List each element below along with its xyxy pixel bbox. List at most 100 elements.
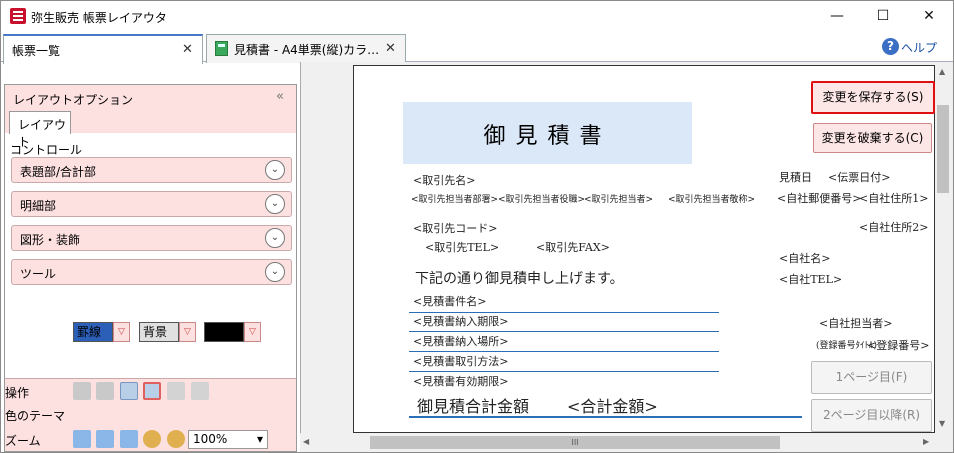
- help-icon[interactable]: ?: [882, 38, 899, 55]
- section-label: 表題部/合計部: [20, 165, 97, 179]
- redo-icon[interactable]: [96, 382, 114, 400]
- chevron-down-icon[interactable]: ⌄: [265, 194, 285, 214]
- company-tel-field[interactable]: <自社TEL>: [779, 271, 842, 287]
- zoom-label: ズーム: [5, 434, 41, 448]
- tab-label: 帳票一覧: [12, 44, 61, 58]
- zoom-select[interactable]: 100% ▾: [188, 430, 268, 449]
- minimize-button[interactable]: —: [814, 1, 860, 32]
- client-fax-field[interactable]: <取引先FAX>: [536, 239, 610, 255]
- align-icon[interactable]: [167, 382, 185, 400]
- section-tools[interactable]: ツール ⌄: [11, 259, 292, 285]
- vertical-scrollbar[interactable]: ▲ ▼: [935, 65, 952, 433]
- fit-width-icon[interactable]: [120, 430, 138, 448]
- client-tel-field[interactable]: <取引先TEL>: [425, 239, 499, 255]
- close-icon[interactable]: ✕: [385, 41, 396, 56]
- app-icon: [10, 8, 26, 24]
- scroll-right-icon[interactable]: ▶: [923, 437, 929, 446]
- document-title-box[interactable]: 御見積書: [403, 102, 692, 164]
- discard-changes-button[interactable]: 変更を破棄する(C): [813, 123, 932, 153]
- chevron-down-icon[interactable]: ▽: [244, 322, 261, 342]
- company-staff-field[interactable]: <自社担当者>: [819, 315, 892, 331]
- title-bar: 弥生販売 帳票レイアウタ — ☐ ✕: [1, 1, 953, 32]
- section-detail[interactable]: 明細部 ⌄: [11, 191, 292, 217]
- distribute-icon[interactable]: [191, 382, 209, 400]
- subject-field[interactable]: <見積書件名>: [413, 293, 486, 309]
- delivery-place-field[interactable]: <見積書納入場所>: [413, 333, 508, 349]
- help-link[interactable]: ヘルプ: [901, 39, 937, 56]
- total-value-field[interactable]: <合計金額>: [567, 393, 658, 417]
- page2-button[interactable]: 2ページ目以降(R): [811, 399, 932, 432]
- tab-report-list[interactable]: 帳票一覧 ✕: [3, 34, 203, 64]
- close-button[interactable]: ✕: [906, 1, 952, 32]
- scroll-left-icon[interactable]: ◀: [303, 437, 309, 446]
- window-title: 弥生販売 帳票レイアウタ: [31, 11, 167, 25]
- scroll-down-icon[interactable]: ▼: [939, 419, 945, 428]
- company-name-field[interactable]: <自社名>: [779, 250, 830, 266]
- estimate-date-field[interactable]: <伝票日付>: [828, 169, 890, 185]
- scroll-thumb[interactable]: [937, 105, 949, 193]
- chevron-down-icon[interactable]: ⌄: [265, 160, 285, 180]
- client-contact-title-field[interactable]: <取引先担当者役職>: [498, 192, 585, 205]
- horizontal-scrollbar[interactable]: ◀ III ▶: [300, 433, 935, 452]
- document-title: 御見積書: [483, 124, 612, 149]
- background-color-swatch[interactable]: 背景: [139, 322, 179, 342]
- section-label: 明細部: [20, 199, 57, 213]
- tab-label: 見積書 - A4単票(縦)カラ…: [234, 43, 380, 57]
- company-address1-field[interactable]: <自社住所1>: [859, 190, 928, 206]
- fit-height-icon[interactable]: [96, 430, 114, 448]
- chevron-down-icon[interactable]: ⌄: [265, 262, 285, 282]
- chevron-down-icon[interactable]: ⌄: [265, 228, 285, 248]
- client-contact-field[interactable]: <取引先担当者>: [584, 192, 653, 205]
- company-address2-field[interactable]: <自社住所2>: [859, 219, 928, 235]
- section-label: 図形・装飾: [20, 233, 81, 247]
- controls-label: コントロール: [10, 143, 83, 157]
- maximize-button[interactable]: ☐: [860, 1, 906, 32]
- app-window: 弥生販売 帳票レイアウタ — ☐ ✕ 帳票一覧 ✕ 見積書 - A4単票(縦)カ…: [0, 0, 954, 453]
- section-label: ツール: [20, 267, 57, 281]
- delivery-deadline-field[interactable]: <見積書納入期限>: [413, 313, 508, 329]
- client-contact-dept-field[interactable]: <取引先担当者部署>: [411, 192, 498, 205]
- zoom-out-icon[interactable]: [143, 430, 161, 448]
- grid-icon[interactable]: [120, 382, 138, 400]
- tab-strip: 帳票一覧 ✕ 見積書 - A4単票(縦)カラ… ✕ ? ヘルプ: [1, 32, 953, 64]
- operations-label: 操作: [5, 386, 30, 400]
- scroll-thumb[interactable]: III: [370, 436, 780, 449]
- intro-text[interactable]: 下記の通り御見積申し上げます。: [415, 268, 624, 288]
- collapse-icon[interactable]: «: [276, 89, 284, 104]
- divider: [409, 331, 719, 332]
- chevron-down-icon[interactable]: ▽: [113, 322, 130, 342]
- chevron-down-icon[interactable]: ▽: [179, 322, 196, 342]
- validity-field[interactable]: <見積書有効期限>: [413, 373, 508, 389]
- border-color-swatch[interactable]: 罫線: [73, 322, 113, 342]
- color-theme-label: 色のテーマ: [5, 409, 66, 423]
- chevron-down-icon[interactable]: ▾: [257, 431, 263, 448]
- total-label[interactable]: 御見積合計金額: [417, 393, 529, 417]
- tab-layout[interactable]: レイアウト: [9, 111, 71, 149]
- company-postal-field[interactable]: <自社郵便番号>: [777, 190, 861, 206]
- fit-page-icon[interactable]: [73, 430, 91, 448]
- total-underline: [409, 416, 802, 418]
- text-color-swatch[interactable]: [204, 322, 244, 342]
- client-code-field[interactable]: <取引先コード>: [413, 220, 497, 236]
- section-header-footer[interactable]: 表題部/合計部 ⌄: [11, 157, 292, 183]
- client-honorific-field[interactable]: <取引先担当者敬称>: [668, 192, 755, 205]
- undo-icon[interactable]: [73, 382, 91, 400]
- divider: [409, 371, 719, 372]
- zoom-in-icon[interactable]: [167, 430, 185, 448]
- section-shapes[interactable]: 図形・装飾 ⌄: [11, 225, 292, 251]
- scroll-up-icon[interactable]: ▲: [939, 67, 945, 76]
- close-icon[interactable]: ✕: [182, 42, 193, 57]
- page1-button[interactable]: 1ページ目(F): [811, 361, 932, 394]
- registration-number-field[interactable]: <登録番号>: [867, 337, 929, 353]
- panel-title: レイアウトオプション: [13, 93, 134, 107]
- client-name-field[interactable]: <取引先名>: [413, 172, 475, 188]
- grid-select-icon[interactable]: [143, 382, 161, 400]
- divider: [409, 351, 719, 352]
- payment-method-field[interactable]: <見積書取引方法>: [413, 353, 508, 369]
- calculator-icon: [215, 41, 228, 56]
- estimate-date-label[interactable]: 見積日: [779, 169, 812, 185]
- zoom-value: 100%: [193, 432, 228, 446]
- panel-header: レイアウトオプション « レイアウト: [5, 85, 296, 149]
- tab-estimate-layout[interactable]: 見積書 - A4単票(縦)カラ… ✕: [206, 34, 406, 63]
- save-changes-button[interactable]: 変更を保存する(S): [811, 81, 935, 114]
